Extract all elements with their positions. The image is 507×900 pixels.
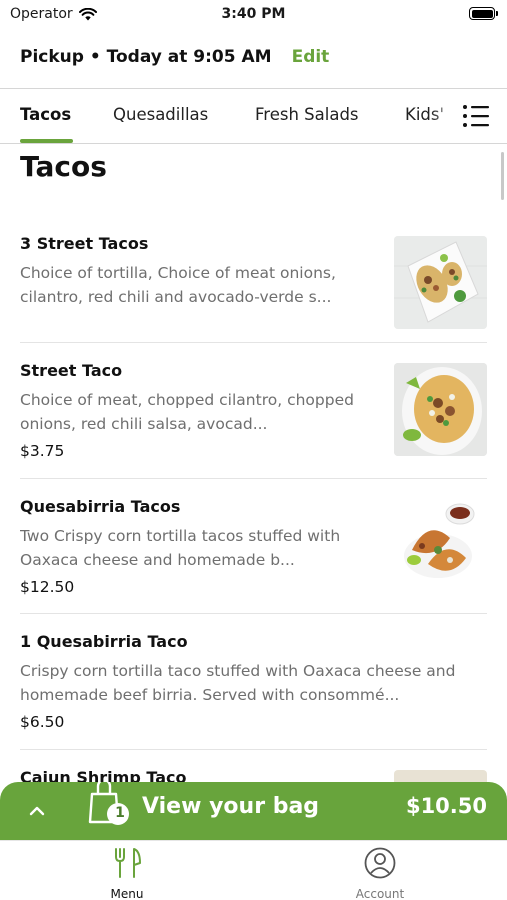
nav-account[interactable]: Account [320,847,440,900]
item-description: Crispy corn tortilla taco stuffed with O… [20,662,456,704]
item-divider [20,342,487,343]
nav-menu[interactable]: Menu [67,847,187,900]
menu-item[interactable]: 1 Quesabirria Taco Crispy corn tortilla … [20,632,487,731]
scrollbar[interactable] [501,152,504,200]
section-title: Tacos [20,150,107,183]
pickup-header: Pickup • Today at 9:05 AM Edit [20,42,487,72]
view-bag-bar[interactable]: 1 View your bag $10.50 [0,782,507,840]
item-image[interactable] [394,770,487,782]
edit-pickup-button[interactable]: Edit [292,47,330,67]
battery-icon [469,7,498,20]
item-name: 1 Quesabirria Taco [20,632,188,651]
item-description: Choice of meat, chopped cilantro, choppe… [20,391,354,433]
bag-total: $10.50 [405,794,487,818]
nav-menu-label: Menu [110,887,144,900]
item-image[interactable] [394,498,487,591]
item-price: $6.50 [20,713,65,731]
status-bar: Operator 3:40 PM [0,0,507,30]
item-divider [20,478,487,479]
item-description: Two Crispy corn tortilla tacos stuffed w… [20,527,341,569]
category-tabs: Tacos Quesadillas Fresh Salads Kids' [0,89,507,143]
pickup-time-label: Pickup • Today at 9:05 AM [20,47,272,67]
view-bag-label: View your bag [142,794,320,819]
item-image[interactable] [394,363,487,456]
fork-knife-icon [115,848,141,878]
tab-tacos[interactable]: Tacos [20,105,71,124]
item-divider [20,613,487,614]
bottom-nav: Menu Account [0,840,507,900]
tab-quesadillas[interactable]: Quesadillas [113,105,208,124]
bag-count-badge: 1 [115,805,125,821]
chevron-up-icon[interactable] [26,800,48,822]
tabs-fade [431,99,461,133]
hamburger-menu-icon[interactable] [461,103,491,129]
nav-account-label: Account [355,887,405,900]
tab-fresh-salads[interactable]: Fresh Salads [255,105,359,124]
item-divider [20,749,487,750]
status-time: 3:40 PM [221,6,286,22]
account-icon [364,847,396,879]
tabs-divider [0,143,507,144]
item-description: Choice of tortilla, Choice of meat onion… [20,264,336,306]
item-image[interactable] [394,236,487,329]
